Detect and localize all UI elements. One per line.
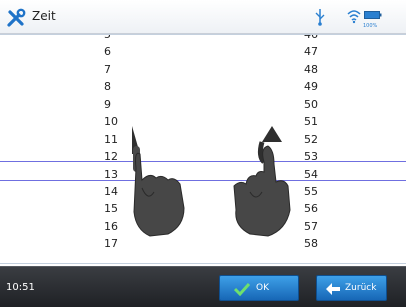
hour-cell[interactable]: 5 [104, 34, 144, 43]
row-divider [0, 34, 406, 35]
minute-cell[interactable]: 49 [304, 78, 344, 95]
swipe-down-hand-icon [132, 126, 185, 237]
battery-label: 100% [363, 23, 378, 29]
page-title: Zeit [32, 9, 56, 23]
ok-label: OK [256, 283, 269, 293]
minute-cell[interactable]: 57 [304, 218, 344, 235]
minute-cell[interactable]: 54 [304, 166, 344, 183]
minute-cell-selected[interactable]: 51 [304, 113, 344, 130]
minute-cell[interactable]: 47 [304, 43, 344, 60]
usb-icon [315, 9, 325, 26]
footer-bar: 10:51 OK Zurück [0, 266, 406, 307]
hour-cell[interactable]: 7 [104, 61, 144, 78]
minute-cell[interactable]: 48 [304, 61, 344, 78]
minute-cell[interactable]: 50 [304, 96, 344, 113]
clock-text: 10:51 [6, 282, 35, 293]
minute-cell[interactable]: 58 [304, 235, 344, 252]
battery-icon [364, 11, 382, 19]
title-bar: Zeit 100% [0, 0, 406, 34]
minute-cell[interactable]: 53 [304, 148, 344, 165]
minute-cell[interactable]: 52 [304, 131, 344, 148]
ok-button[interactable]: OK [219, 275, 299, 301]
back-button[interactable]: Zurück [316, 275, 387, 301]
selection-band [0, 161, 406, 181]
back-label: Zurück [345, 283, 377, 293]
minute-cell[interactable]: 46 [304, 34, 344, 43]
hour-cell[interactable]: 6 [104, 43, 144, 60]
tools-icon[interactable] [6, 8, 26, 28]
wifi-icon [347, 10, 361, 24]
row-divider [0, 263, 406, 264]
hour-cell[interactable]: 8 [104, 78, 144, 95]
time-picker[interactable]: 5 6 7 8 9 10 11 12 13 14 15 16 17 46 47 … [0, 34, 406, 266]
swipe-up-hand-icon [233, 126, 291, 237]
minute-cell[interactable]: 55 [304, 183, 344, 200]
back-arrow-icon [326, 283, 340, 295]
hour-cell[interactable]: 9 [104, 96, 144, 113]
checkmark-icon [234, 282, 250, 296]
minute-column[interactable]: 46 47 48 49 50 51 52 53 54 55 56 57 58 [304, 34, 344, 253]
minute-cell[interactable]: 56 [304, 200, 344, 217]
